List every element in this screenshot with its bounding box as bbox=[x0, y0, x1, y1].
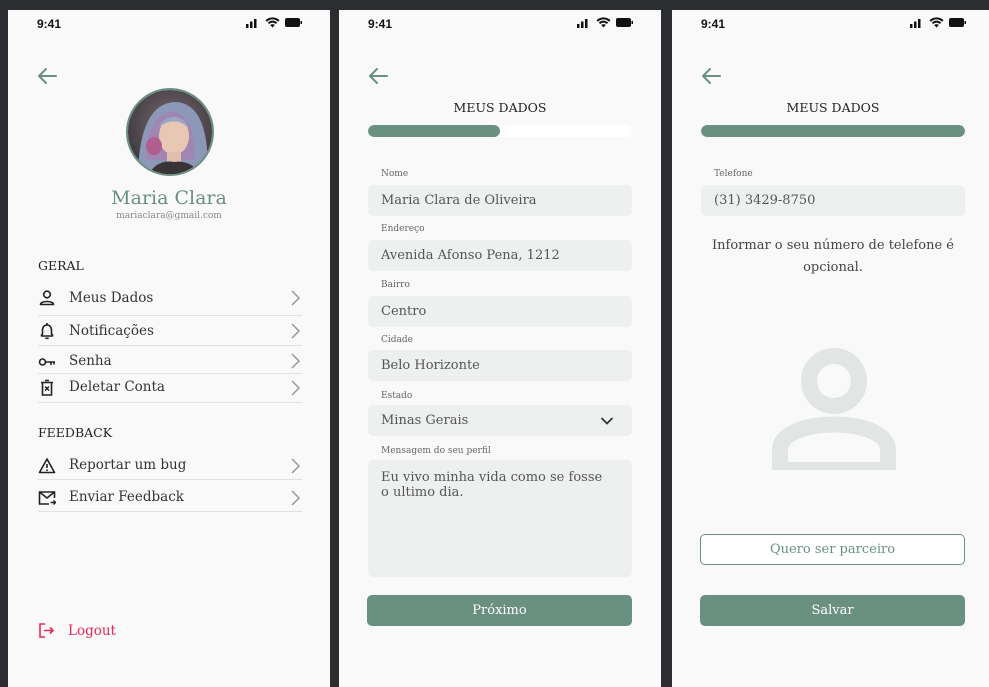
telefone-field[interactable] bbox=[701, 185, 965, 216]
menu-item-reportar-bug[interactable]: Reportar um bug bbox=[38, 452, 302, 480]
menu-item-label: Deletar Conta bbox=[69, 379, 165, 395]
wifi-icon bbox=[265, 17, 280, 28]
chevron-right-icon bbox=[291, 323, 301, 339]
battery-icon bbox=[616, 18, 633, 27]
battery-icon bbox=[285, 18, 302, 27]
menu-item-senha[interactable]: Senha bbox=[38, 346, 302, 374]
bairro-field[interactable] bbox=[368, 296, 632, 327]
back-arrow-icon[interactable] bbox=[367, 65, 389, 87]
endereco-label: Endereço bbox=[381, 224, 425, 234]
status-time: 9:41 bbox=[368, 17, 393, 31]
profile-email: mariaclara@gmail.com bbox=[116, 211, 222, 221]
bell-icon bbox=[40, 323, 54, 340]
status-bar: 9:41 bbox=[701, 17, 966, 33]
save-button[interactable]: Salvar bbox=[700, 595, 965, 626]
profile-name: Maria Clara bbox=[111, 187, 227, 209]
signal-icon bbox=[910, 19, 921, 28]
chevron-right-icon bbox=[291, 380, 301, 396]
mensagem-textarea[interactable] bbox=[368, 460, 632, 577]
estado-selected-value: Minas Gerais bbox=[381, 413, 469, 428]
wifi-icon bbox=[929, 17, 944, 28]
status-bar: 9:41 bbox=[37, 17, 302, 33]
chevron-right-icon bbox=[291, 290, 301, 306]
section-title-general: GERAL bbox=[38, 258, 84, 273]
logout-label: Logout bbox=[68, 622, 116, 639]
next-button[interactable]: Próximo bbox=[367, 595, 632, 626]
progress-fill bbox=[368, 125, 500, 137]
menu-item-label: Reportar um bug bbox=[69, 457, 187, 473]
menu-item-deletar-conta[interactable]: Deletar Conta bbox=[38, 374, 302, 403]
key-icon bbox=[38, 358, 55, 366]
back-arrow-icon[interactable] bbox=[700, 65, 722, 87]
cidade-label: Cidade bbox=[381, 335, 413, 345]
status-time: 9:41 bbox=[37, 17, 62, 31]
mensagem-label: Mensagem do seu perfil bbox=[381, 446, 491, 456]
page-title: MEUS DADOS bbox=[786, 100, 880, 115]
estado-select[interactable]: Minas Gerais bbox=[368, 405, 632, 436]
logout-button[interactable]: Logout bbox=[38, 622, 116, 639]
menu-item-notificacoes[interactable]: Notificações bbox=[38, 316, 302, 346]
chevron-right-icon bbox=[291, 490, 301, 506]
progress-fill bbox=[701, 125, 965, 137]
signal-icon bbox=[577, 19, 588, 28]
nome-field[interactable] bbox=[368, 185, 632, 216]
signal-icon bbox=[246, 19, 257, 28]
progress-bar bbox=[701, 125, 965, 137]
profile-screen: 9:41 Maria Clara mariaclara@gmail.com GE… bbox=[8, 10, 330, 687]
logout-icon bbox=[39, 623, 55, 638]
warning-icon bbox=[38, 458, 56, 474]
estado-label: Estado bbox=[381, 391, 413, 401]
menu-item-label: Meus Dados bbox=[69, 290, 154, 306]
menu-item-label: Notificações bbox=[69, 323, 154, 339]
endereco-field[interactable] bbox=[368, 240, 632, 271]
battery-icon bbox=[949, 18, 966, 27]
trash-icon bbox=[41, 379, 53, 396]
form-screen: 9:41 MEUS DADOS Nome Endereço Bairro Cid… bbox=[339, 10, 661, 687]
user-placeholder-icon bbox=[772, 348, 896, 470]
chevron-down-icon bbox=[600, 417, 614, 425]
telefone-label: Telefone bbox=[714, 169, 753, 179]
menu-item-enviar-feedback[interactable]: Enviar Feedback bbox=[38, 480, 302, 512]
page-title: MEUS DADOS bbox=[453, 100, 547, 115]
user-icon bbox=[39, 290, 55, 306]
status-bar: 9:41 bbox=[368, 17, 633, 33]
chevron-right-icon bbox=[291, 353, 301, 369]
phone-screen: 9:41 MEUS DADOS Telefone Informar o seu … bbox=[672, 10, 989, 687]
avatar bbox=[126, 88, 214, 176]
cidade-field[interactable] bbox=[368, 350, 632, 381]
menu-item-meus-dados[interactable]: Meus Dados bbox=[38, 286, 302, 316]
bairro-label: Bairro bbox=[381, 280, 410, 290]
progress-bar bbox=[368, 125, 632, 137]
menu-item-label: Senha bbox=[69, 353, 112, 369]
mail-send-icon bbox=[38, 491, 56, 505]
wifi-icon bbox=[596, 17, 611, 28]
menu-item-label: Enviar Feedback bbox=[69, 489, 184, 505]
status-time: 9:41 bbox=[701, 17, 726, 31]
chevron-right-icon bbox=[291, 458, 301, 474]
section-title-feedback: FEEDBACK bbox=[38, 425, 113, 440]
nome-label: Nome bbox=[381, 169, 409, 179]
partner-button[interactable]: Quero ser parceiro bbox=[700, 534, 965, 565]
back-arrow-icon[interactable] bbox=[36, 65, 58, 87]
phone-optional-note: Informar o seu número de telefone é opci… bbox=[712, 238, 954, 275]
